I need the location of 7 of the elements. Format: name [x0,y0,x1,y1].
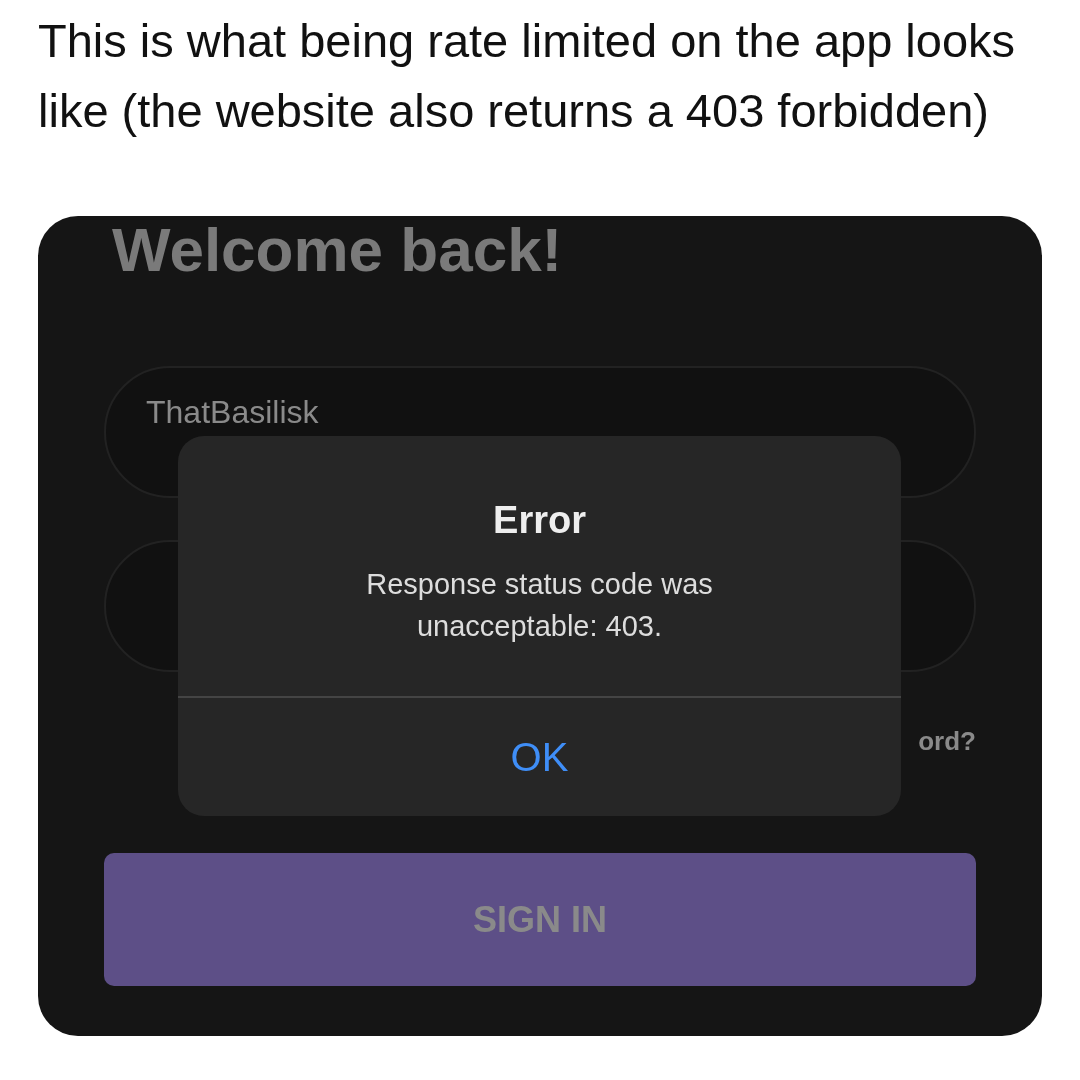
alert-message: Response status code was unacceptable: 403. [365,567,714,644]
alert-title: Error [493,498,586,543]
caption: This is what being rate limited on the app looks like (the website also returns a 403 forbidden) [38,13,1017,139]
username-value: ThatBasilisk [146,394,319,430]
forgot-password-link[interactable]: ord? [918,722,976,762]
ok-button[interactable]: OK [178,698,901,816]
heading: Welcome back! [111,222,564,278]
